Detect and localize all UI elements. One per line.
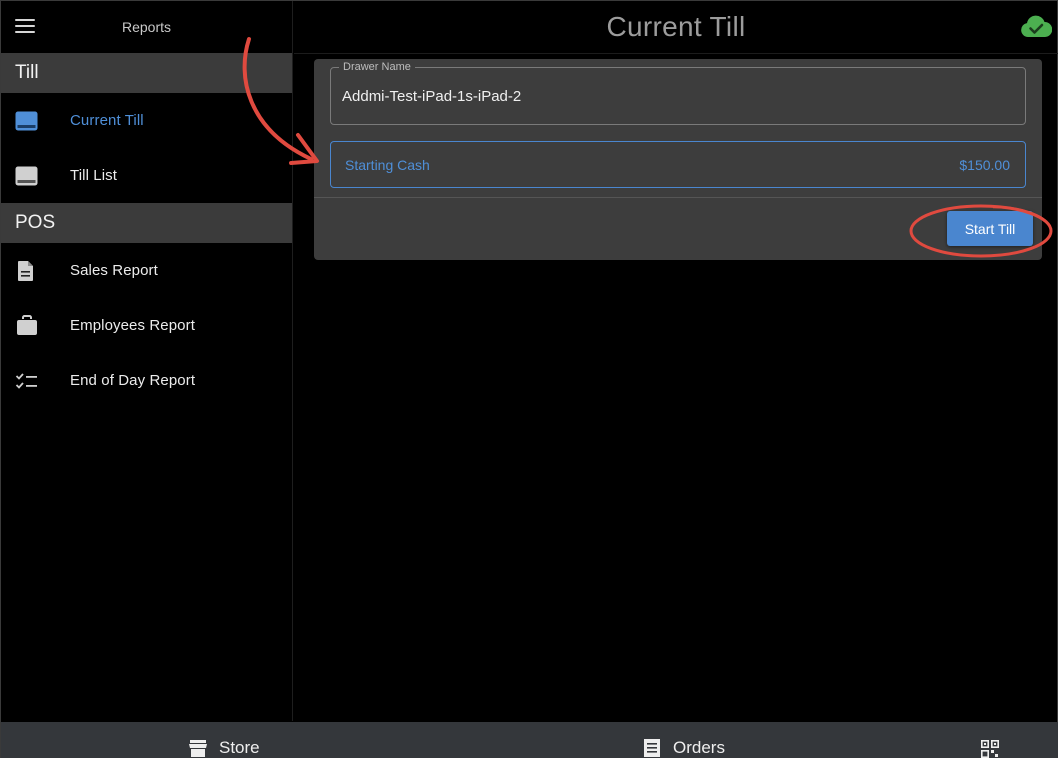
- page-title: Current Till: [606, 11, 746, 42]
- main-header: Current Till: [294, 1, 1058, 54]
- document-icon: [1, 260, 70, 282]
- bottom-nav-bar: Store Orders: [1, 722, 1058, 758]
- bottom-nav-label: Orders: [673, 738, 725, 757]
- qr-code-icon: [981, 740, 999, 758]
- starting-cash-field[interactable]: Starting Cash $150.00: [330, 141, 1026, 188]
- orders-icon: [644, 739, 660, 757]
- till-icon: [1, 166, 70, 186]
- section-header-till: Till: [1, 53, 292, 93]
- bottom-nav-label: Store: [219, 738, 260, 757]
- app-window: Reports Till Current Till Till List POS: [0, 0, 1058, 758]
- sidebar-item-label: Current Till: [70, 112, 144, 129]
- sidebar-item-current-till[interactable]: Current Till: [1, 93, 292, 148]
- sidebar-title: Reports: [121, 19, 172, 35]
- checklist-icon: [1, 370, 70, 392]
- start-till-card: Drawer Name Addmi-Test-iPad-1s-iPad-2 St…: [314, 59, 1042, 260]
- start-till-button[interactable]: Start Till: [947, 211, 1033, 246]
- store-icon: [189, 740, 207, 757]
- sidebar-header: Reports: [1, 1, 292, 53]
- starting-cash-label: Starting Cash: [345, 157, 430, 173]
- sidebar-item-employees-report[interactable]: Employees Report: [1, 298, 292, 353]
- sidebar-item-till-list[interactable]: Till List: [1, 148, 292, 203]
- bottom-nav-orders[interactable]: Orders: [643, 738, 725, 758]
- till-icon: [1, 111, 70, 131]
- sidebar-item-label: End of Day Report: [70, 372, 196, 389]
- sidebar-item-label: Employees Report: [70, 317, 195, 334]
- section-header-pos: POS: [1, 203, 292, 243]
- drawer-name-label: Drawer Name: [339, 61, 415, 73]
- sidebar: Reports Till Current Till Till List POS: [1, 1, 293, 721]
- sidebar-item-label: Till List: [70, 167, 118, 184]
- sidebar-item-sales-report[interactable]: Sales Report: [1, 243, 292, 298]
- bottom-nav-qr-code[interactable]: [981, 740, 1011, 758]
- sidebar-item-end-of-day-report[interactable]: End of Day Report: [1, 353, 292, 408]
- briefcase-icon: [1, 314, 70, 337]
- starting-cash-value: $150.00: [959, 157, 1010, 173]
- sidebar-item-label: Sales Report: [70, 262, 158, 279]
- drawer-name-field[interactable]: Drawer Name Addmi-Test-iPad-1s-iPad-2: [330, 61, 1026, 125]
- card-divider: [314, 197, 1042, 198]
- hamburger-menu-icon[interactable]: [15, 19, 35, 35]
- cloud-check-icon[interactable]: [1020, 15, 1053, 39]
- bottom-nav-store[interactable]: Store: [189, 738, 260, 758]
- drawer-name-value: Addmi-Test-iPad-1s-iPad-2: [342, 88, 522, 105]
